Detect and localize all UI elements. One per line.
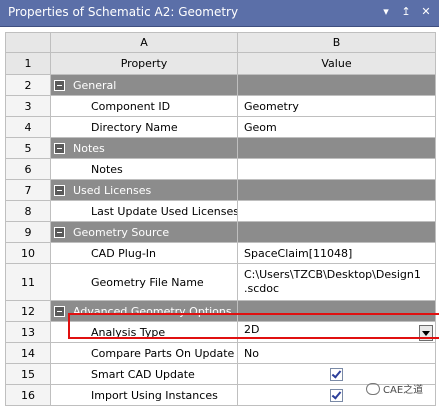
section-header[interactable]: General [50,74,238,96]
property-value[interactable]: Geometry [237,95,436,117]
section-row-notes[interactable]: 5 Notes [5,137,436,159]
property-row-analysis-type[interactable]: 13 Analysis Type 2D [5,321,436,343]
smart-cad-update-checkbox[interactable] [330,367,343,381]
section-label: Advanced Geometry Options [73,304,232,318]
row-number: 16 [5,384,51,406]
row-number: 5 [5,137,51,159]
section-header[interactable]: Geometry Source [50,221,238,243]
row-number: 8 [5,200,51,222]
row-number: 7 [5,179,51,201]
row-number: 12 [5,300,51,322]
property-value[interactable]: Geom [237,116,436,138]
import-using-instances-checkbox[interactable] [330,388,343,402]
section-fill [237,137,436,159]
section-fill [237,179,436,201]
dropdown-value: No [244,346,259,360]
path-line-1: C:\Users\TZCB\Desktop\Design1 [244,268,421,281]
section-label: Geometry Source [73,225,170,239]
column-header-a[interactable]: A [50,32,238,53]
property-label: Directory Name [50,116,238,138]
compare-parts-dropdown[interactable]: No [237,342,436,364]
property-row[interactable]: 3 Component ID Geometry [5,95,436,117]
watermark: CAE之道 [366,381,423,396]
geometry-file-path[interactable]: C:\Users\TZCB\Desktop\Design1 .scdoc [237,263,436,301]
row-number: 13 [5,321,51,343]
row-number: 11 [5,263,51,301]
section-fill [237,300,436,322]
property-label: Compare Parts On Update [50,342,238,364]
row-number: 9 [5,221,51,243]
property-value[interactable] [237,158,436,180]
section-header[interactable]: Used Licenses [50,179,238,201]
watermark-text: CAE之道 [383,385,424,396]
collapse-icon[interactable] [54,143,65,154]
row-number: 15 [5,363,51,385]
chevron-down-icon[interactable] [419,325,433,341]
row-number: 10 [5,242,51,264]
property-row[interactable]: 8 Last Update Used Licenses [5,200,436,222]
collapse-icon[interactable] [54,306,65,317]
section-label: Notes [73,141,105,155]
property-label: Smart CAD Update [50,363,238,385]
analysis-type-dropdown[interactable]: 2D [237,321,436,343]
title-bar-buttons: ▾ ↥ ✕ [379,4,433,20]
section-fill [237,74,436,96]
dropdown-value: 2D [244,323,260,336]
property-row-compare-parts[interactable]: 14 Compare Parts On Update No [5,342,436,364]
collapse-icon[interactable] [54,185,65,196]
property-header: Property [50,52,238,75]
section-label: General [73,78,117,92]
property-label: Last Update Used Licenses [50,200,238,222]
wechat-icon [366,382,380,395]
close-icon[interactable]: ✕ [419,4,433,20]
section-fill [237,221,436,243]
property-label: Analysis Type [50,321,238,343]
row-number: 6 [5,158,51,180]
property-label: Geometry File Name [50,263,238,301]
window-title: Properties of Schematic A2: Geometry [8,5,239,19]
property-label: Import Using Instances [50,384,238,406]
path-line-2: .scdoc [244,282,280,295]
menu-chevron-icon[interactable]: ▾ [379,4,393,20]
value-header: Value [237,52,436,75]
column-header-b[interactable]: B [237,32,436,53]
section-row-geometry-source[interactable]: 9 Geometry Source [5,221,436,243]
pin-icon[interactable]: ↥ [399,4,413,20]
property-label: Notes [50,158,238,180]
property-label: CAD Plug-In [50,242,238,264]
property-row[interactable]: 11 Geometry File Name C:\Users\TZCB\Desk… [5,263,436,301]
property-value[interactable]: SpaceClaim[11048] [237,242,436,264]
section-row-advanced-geometry-options[interactable]: 12 Advanced Geometry Options [5,300,436,322]
property-row[interactable]: 10 CAD Plug-In SpaceClaim[11048] [5,242,436,264]
section-header[interactable]: Advanced Geometry Options [50,300,238,322]
property-value[interactable] [237,200,436,222]
column-letter-row: A B [5,32,436,53]
property-row[interactable]: 6 Notes [5,158,436,180]
section-row-general[interactable]: 2 General [5,74,436,96]
section-label: Used Licenses [73,183,152,197]
row-number: 1 [5,52,51,75]
row-number: 3 [5,95,51,117]
section-header[interactable]: Notes [50,137,238,159]
properties-grid: A B 1 Property Value 2 General 3 Compone… [5,32,436,406]
header-row: 1 Property Value [5,52,436,75]
row-number: 14 [5,342,51,364]
row-number: 4 [5,116,51,138]
collapse-icon[interactable] [54,80,65,91]
property-label: Component ID [50,95,238,117]
property-row[interactable]: 4 Directory Name Geom [5,116,436,138]
collapse-icon[interactable] [54,227,65,238]
corner-cell [5,32,51,53]
row-number: 2 [5,74,51,96]
title-bar: Properties of Schematic A2: Geometry ▾ ↥… [0,0,439,27]
section-row-used-licenses[interactable]: 7 Used Licenses [5,179,436,201]
